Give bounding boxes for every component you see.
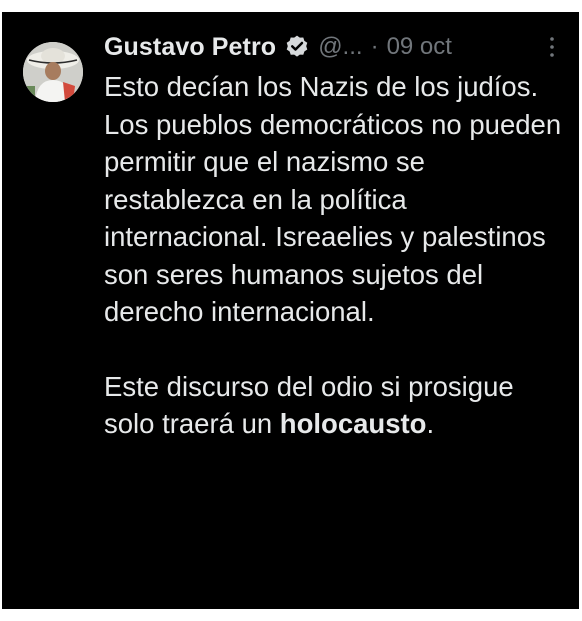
tweet-date[interactable]: 09 oct [387,33,452,61]
author-handle[interactable]: @... [318,33,362,61]
verified-badge-icon [284,34,310,60]
avatar[interactable] [23,42,83,102]
tweet-header: Gustavo Petro @... · 09 oct [104,30,452,64]
tweet-paragraph-1: Esto decían los Nazis de los judíos. Los… [104,71,562,327]
author-name[interactable]: Gustavo Petro [104,33,276,62]
tweet-bold-word: holocausto [279,408,427,439]
more-vertical-icon[interactable] [547,34,557,60]
tweet-paragraph-2: Este discurso del odio si prosigue solo … [104,368,564,443]
tweet-text: Esto decían los Nazis de los judíos. Los… [104,68,564,443]
tweet-card[interactable]: Gustavo Petro @... · 09 oct Esto decían … [2,12,579,609]
tweet-paragraph-2-end: . [426,408,435,439]
avatar-image [23,42,83,102]
separator-dot: · [370,33,379,60]
